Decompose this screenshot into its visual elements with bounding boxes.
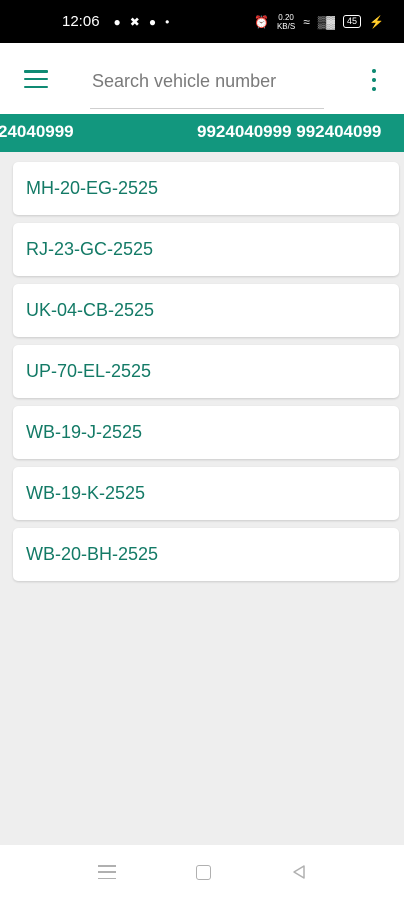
status-bar: 12:06 ● ✖ ● • ⏰ 0.20 KB/S ≈ ▒▓ 45 ⚡ xyxy=(0,0,404,43)
vehicle-list-item[interactable]: WB-19-J-2525 xyxy=(13,406,399,459)
search-field xyxy=(90,63,324,109)
vehicle-list-item[interactable]: WB-20-BH-2525 xyxy=(13,528,399,581)
vehicle-list-item[interactable]: MH-20-EG-2525 xyxy=(13,162,399,215)
chat-notification-icon: ● xyxy=(113,14,121,29)
vehicle-number: UP-70-EL-2525 xyxy=(26,361,152,381)
home-icon[interactable] xyxy=(196,865,211,880)
ticker-text-right: 9924040999 992404099 xyxy=(197,122,382,141)
app-bar xyxy=(0,43,404,114)
location-notification-icon: ● xyxy=(148,14,157,29)
vehicle-list-item[interactable]: UP-70-EL-2525 xyxy=(13,345,399,398)
net-speed-value: 0.20 xyxy=(278,12,294,22)
alarm-icon: ⏰ xyxy=(254,14,269,29)
back-icon[interactable] xyxy=(290,863,308,881)
recent-apps-icon[interactable] xyxy=(98,865,116,879)
status-system-icons: ⏰ 0.20 KB/S ≈ ▒▓ 45 ⚡ xyxy=(254,13,384,31)
ticker-text-left: 24040999 xyxy=(0,122,74,141)
net-speed: 0.20 KB/S xyxy=(277,13,295,31)
status-notification-icons: ● ✖ ● • xyxy=(114,15,170,29)
vehicle-number: UK-04-CB-2525 xyxy=(26,300,155,320)
charging-icon: ⚡ xyxy=(369,14,384,29)
net-speed-unit: KB/S xyxy=(276,21,296,31)
vehicle-number: RJ-23-GC-2525 xyxy=(26,239,154,259)
more-vertical-icon[interactable] xyxy=(369,69,379,91)
signal-icon: ▒▓ xyxy=(317,14,336,29)
vehicle-number: WB-19-K-2525 xyxy=(26,483,146,503)
dot-notification-icon: • xyxy=(165,14,170,29)
vehicle-number: MH-20-EG-2525 xyxy=(26,178,159,198)
ticker-banner: 24040999 9924040999 992404099 xyxy=(0,114,404,152)
status-time: 12:06 xyxy=(62,13,100,30)
vehicle-number: WB-19-J-2525 xyxy=(26,422,143,442)
search-input[interactable] xyxy=(90,63,324,99)
battery-icon: 45 xyxy=(343,15,362,28)
wifi-icon: ≈ xyxy=(303,14,310,29)
vehicle-list-item[interactable]: WB-19-K-2525 xyxy=(13,467,399,520)
vehicle-number: WB-20-BH-2525 xyxy=(26,544,159,564)
system-navigation-bar xyxy=(0,845,404,900)
tools-notification-icon: ✖ xyxy=(129,14,140,29)
vehicle-list-item[interactable]: UK-04-CB-2525 xyxy=(13,284,399,337)
vehicle-list-item[interactable]: RJ-23-GC-2525 xyxy=(13,223,399,276)
vehicle-list: MH-20-EG-2525 RJ-23-GC-2525 UK-04-CB-252… xyxy=(13,162,399,589)
hamburger-menu-icon[interactable] xyxy=(24,70,48,88)
